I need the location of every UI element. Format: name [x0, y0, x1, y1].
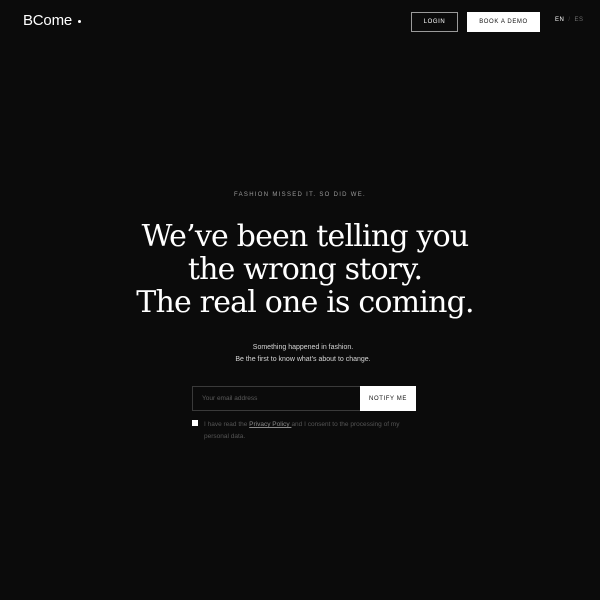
book-demo-button[interactable]: BOOK A DEMO: [467, 12, 540, 32]
lang-es-link[interactable]: ES: [575, 17, 584, 23]
privacy-policy-link[interactable]: Privacy Policy: [249, 421, 291, 428]
lang-en-link[interactable]: EN: [555, 17, 564, 23]
logo-dot-icon: [78, 20, 82, 23]
subtext-line: Something happened in fashion.: [252, 344, 354, 351]
email-input[interactable]: [192, 386, 360, 411]
hero-subtext: Something happened in fashion. Be the fi…: [0, 342, 600, 366]
consent-row: I have read the Privacy Policy and I con…: [192, 419, 422, 443]
page: BCome LOGIN BOOK A DEMO EN / ES FASHION …: [0, 0, 600, 600]
brand-logo[interactable]: BCome: [23, 12, 82, 29]
notify-me-button[interactable]: NOTIFY ME: [360, 386, 416, 411]
hero-headline: We’ve been telling you the wrong story. …: [0, 220, 600, 319]
consent-text-before: I have read the: [204, 421, 250, 428]
eyebrow-text: FASHION MISSED IT. SO DID WE.: [233, 192, 367, 198]
headline-line: the wrong story.: [187, 252, 423, 287]
headline-line: The real one is coming.: [136, 285, 474, 320]
subtext-line: Be the first to know what’s about to cha…: [235, 356, 371, 363]
login-button[interactable]: LOGIN: [411, 12, 458, 32]
consent-text: I have read the Privacy Policy and I con…: [204, 419, 414, 443]
headline-line: We’ve been telling you: [141, 219, 470, 254]
notify-form: NOTIFY ME: [192, 386, 416, 411]
language-switcher: EN / ES: [555, 17, 584, 23]
lang-separator: /: [568, 17, 571, 23]
logo-text: BCome: [23, 12, 73, 29]
consent-checkbox[interactable]: [192, 420, 198, 426]
